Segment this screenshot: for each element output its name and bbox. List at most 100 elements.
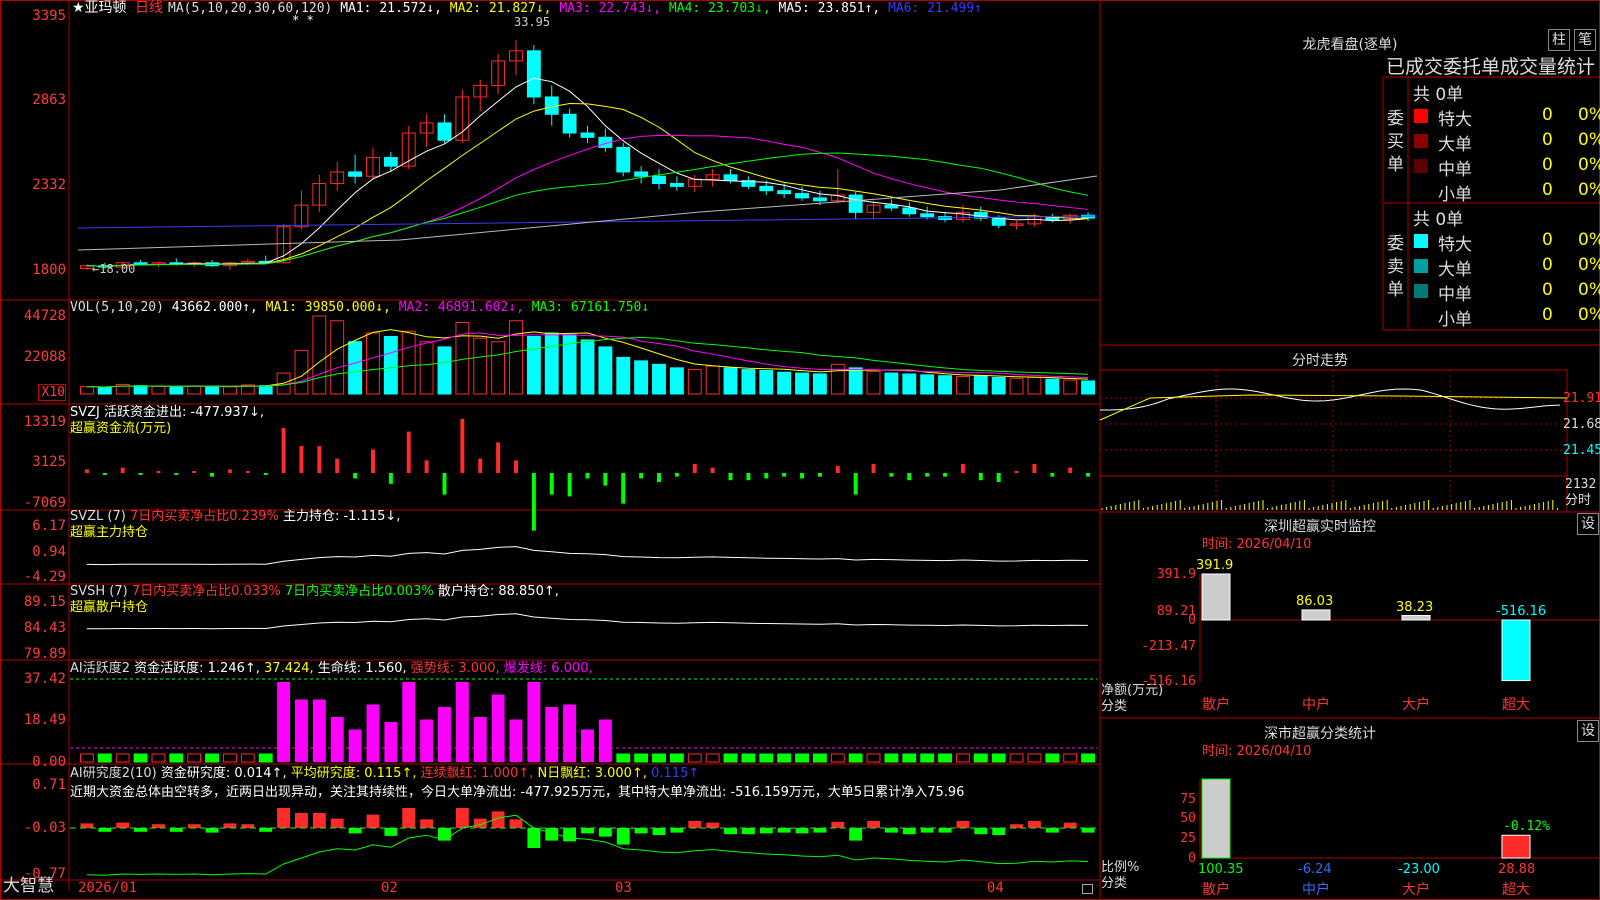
ai-active-bar xyxy=(1045,753,1060,763)
svzl-axis-label: -4.29 xyxy=(23,569,66,585)
ai-active-bar xyxy=(1027,753,1042,763)
ai-research-bar xyxy=(223,823,237,828)
ai-research-bar xyxy=(902,828,916,835)
volume-bar xyxy=(669,367,684,395)
volume-bar xyxy=(383,335,398,395)
ai-active-bar xyxy=(1081,753,1095,763)
ai-active-bar xyxy=(97,753,112,763)
candle-body xyxy=(580,132,595,138)
sz-category-value-label: -6.24 xyxy=(1298,862,1332,877)
svzj-bar xyxy=(567,473,572,497)
volume-bar xyxy=(920,374,935,395)
svzj-bar xyxy=(728,473,733,481)
ma-legend-item: MA3: 22.743↓, xyxy=(559,1,669,16)
sell-row-pct: 0% xyxy=(1578,280,1600,300)
sz-monitor-cat-label: 分类 xyxy=(1101,699,1128,714)
ai-active-bar xyxy=(438,707,451,762)
stock-name-label[interactable]: ★亚玛顿 日线 xyxy=(72,1,163,16)
svsh-axis-label: 89.15 xyxy=(23,594,66,610)
ai-active-bar xyxy=(669,753,684,763)
candle-body xyxy=(437,122,452,141)
svzj-bar xyxy=(424,460,429,473)
sz-monitor-bar xyxy=(1201,573,1231,621)
ai-active-bar xyxy=(133,753,148,763)
date-label-jan: 2026/01 xyxy=(78,880,138,896)
svsh-ratio1: 7日内买卖净占比0.033% xyxy=(131,584,281,599)
ai-research-bar xyxy=(80,823,94,828)
ai-active-legend: AI活跃度2 资金活跃度: 1.246↑, 37.424, 生命线: 1.560… xyxy=(70,661,593,676)
sz-category-time: 时间: 2026/04/10 xyxy=(1202,744,1312,759)
sell-row-count: 0 xyxy=(1542,305,1553,325)
sz-category-axis-label: 25 xyxy=(1180,831,1196,846)
vol-axis-label: 44728 xyxy=(23,308,66,324)
tick-mode-button[interactable]: 笔 xyxy=(1574,29,1596,51)
ai-active-bar xyxy=(348,729,362,762)
svzj-bar xyxy=(585,473,590,479)
svzj-bar xyxy=(353,473,358,479)
candle-body xyxy=(133,262,148,265)
volume-bar xyxy=(544,332,559,395)
svzj-bar xyxy=(192,471,197,473)
sell-row-pct: 0% xyxy=(1578,255,1600,275)
lock-icon[interactable] xyxy=(1082,884,1093,894)
ai-active-bar xyxy=(312,699,326,762)
svzj-bar xyxy=(925,473,930,477)
candle-body xyxy=(759,185,774,192)
sell-row-swatch xyxy=(1414,234,1428,248)
ma-legend-item: MA6: 21.499↑ xyxy=(888,1,982,16)
buy-row-count: 0 xyxy=(1542,155,1553,175)
sz-category-value-label: 28.88 xyxy=(1498,862,1536,877)
ai-active-bar xyxy=(258,753,273,763)
ai-active-legend-item: 资金活跃度: 1.246↑, xyxy=(134,661,265,676)
ai-research-bar xyxy=(938,828,952,833)
ai-research-legend-item: 0.115↑ xyxy=(651,766,700,781)
svzl-axis-label: 0.94 xyxy=(32,544,66,560)
svzj-bar xyxy=(317,446,322,473)
ai-active-bar xyxy=(80,753,94,763)
ai-research-bar xyxy=(634,828,648,834)
price-axis-label: 1800 xyxy=(32,262,66,278)
bar-mode-button[interactable]: 柱 xyxy=(1548,29,1570,51)
sell-row-count: 0 xyxy=(1542,280,1553,300)
sz-category-settings-button[interactable]: 设 xyxy=(1577,720,1599,742)
volume-bar xyxy=(97,386,112,395)
sz-monitor-bar xyxy=(1401,615,1431,621)
svzj-bar xyxy=(871,464,876,473)
sell-row-name: 特大 xyxy=(1438,235,1472,255)
svzj-bar xyxy=(1032,464,1037,473)
intraday-title: 分时走势 xyxy=(1292,353,1348,369)
svzj-bar xyxy=(764,473,769,479)
volume-bar xyxy=(759,369,774,395)
volume-bar xyxy=(848,367,863,395)
period-label: 日线 xyxy=(135,0,163,16)
candle-body xyxy=(812,197,827,202)
sell-row-pct: 0% xyxy=(1578,305,1600,325)
volume-bar xyxy=(151,386,166,395)
ai-research-bar xyxy=(169,828,183,832)
sz-monitor-axis-label: -213.47 xyxy=(1141,639,1196,654)
sz-monitor-settings-button[interactable]: 设 xyxy=(1577,513,1599,535)
buy-total: 共 0单 xyxy=(1413,85,1464,105)
volume-bar xyxy=(169,386,184,395)
volume-bar xyxy=(473,337,488,395)
intraday-vol-label: 2132 xyxy=(1565,477,1597,492)
ai-research-bar xyxy=(1081,828,1095,833)
svzj-bar xyxy=(800,473,805,479)
svzj-bar xyxy=(692,464,697,473)
svzj-subtitle: 超赢资金流(万元) xyxy=(70,421,172,436)
svzj-bar xyxy=(513,460,518,473)
svzl-name: SVZL (7) xyxy=(70,509,126,524)
volume-bar xyxy=(80,386,94,395)
ai-research-bar xyxy=(402,808,416,828)
ai-research-bar xyxy=(867,821,880,828)
ma-line xyxy=(86,134,1089,267)
ai-active-legend-item: 爆发线: 6.000, xyxy=(503,661,593,676)
candle-body xyxy=(723,174,738,182)
volume-bar xyxy=(437,346,452,395)
svsh-title: SVSH (7) 7日内买卖净占比0.033% 7日内买卖净占比0.003% 散… xyxy=(70,584,559,599)
volume-bar xyxy=(223,386,237,395)
ai-research-bar xyxy=(563,828,577,842)
ai-active-bar xyxy=(420,719,434,762)
price-low-note: ←18.00 xyxy=(92,262,136,276)
buy-row-swatch xyxy=(1414,109,1428,123)
